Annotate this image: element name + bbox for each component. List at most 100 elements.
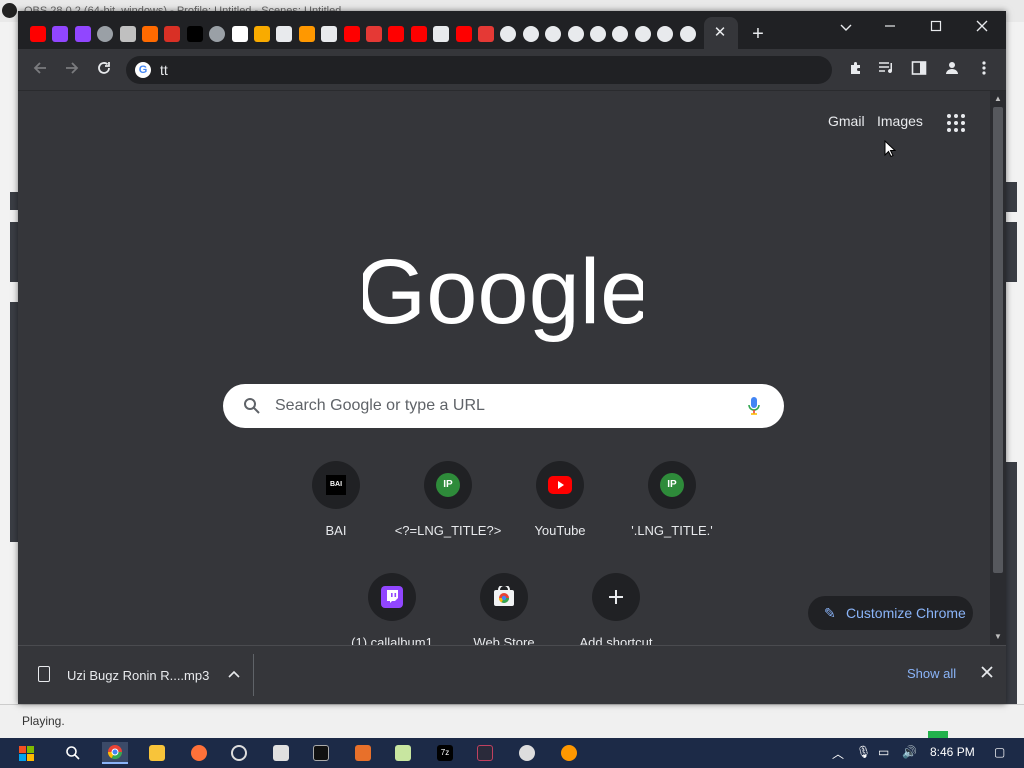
show-hidden-icons-chevron-icon[interactable]: ︿ xyxy=(832,745,844,762)
taskbar-media-player[interactable] xyxy=(514,742,540,764)
shortcut-tile[interactable]: IP <?=LNG_TITLE?> xyxy=(392,457,504,569)
minimize-button[interactable] xyxy=(868,15,912,39)
shortcut-tile[interactable]: BAI BAI xyxy=(280,457,392,569)
close-download-shelf-button[interactable] xyxy=(976,662,998,684)
scroll-thumb[interactable] xyxy=(993,107,1003,573)
twitch-icon[interactable] xyxy=(74,26,91,42)
orange-circle-icon xyxy=(561,745,577,761)
chrome-icon[interactable] xyxy=(634,26,651,42)
google-apps-icon[interactable] xyxy=(947,114,965,132)
red-logo-icon[interactable] xyxy=(164,26,181,42)
youtube-icon[interactable] xyxy=(388,26,405,42)
google-icon[interactable] xyxy=(231,26,248,42)
chrome-icon[interactable] xyxy=(567,26,584,42)
youtube-icon xyxy=(548,476,572,494)
back-button[interactable] xyxy=(28,58,52,82)
taskbar-clock[interactable]: 8:46 PM xyxy=(930,745,975,759)
speaker-icon[interactable] xyxy=(321,26,338,42)
chrome-icon[interactable] xyxy=(545,26,562,42)
speaker-icon[interactable] xyxy=(433,26,450,42)
search-box[interactable] xyxy=(223,384,784,428)
chrome-icon[interactable] xyxy=(500,26,517,42)
chrome-icon[interactable] xyxy=(657,26,674,42)
image-icon[interactable] xyxy=(254,26,270,42)
volume-icon[interactable]: 🔊 xyxy=(902,745,917,759)
profile-button[interactable] xyxy=(942,60,962,80)
chrome-icon[interactable] xyxy=(612,26,629,42)
taskbar-notepad[interactable] xyxy=(390,742,416,764)
notifications-icon[interactable]: ▢ xyxy=(994,745,1005,759)
network-icon[interactable]: ▭ xyxy=(878,745,889,759)
chrome-icon[interactable] xyxy=(522,26,539,42)
taskbar-file-explorer[interactable] xyxy=(144,742,170,764)
taskbar-app-circle[interactable] xyxy=(556,742,582,764)
youtube-icon[interactable] xyxy=(410,26,427,42)
taskbar-7zip[interactable]: 7z xyxy=(432,742,458,764)
scroll-down-arrow-icon[interactable]: ▼ xyxy=(993,632,1003,641)
chrome-icon[interactable] xyxy=(679,26,696,42)
images-link[interactable]: Images xyxy=(877,113,923,129)
taskbar-firefox[interactable] xyxy=(186,742,212,764)
tab-search-button[interactable] xyxy=(824,15,868,39)
media-controls-button[interactable] xyxy=(877,60,897,80)
globe-icon[interactable] xyxy=(209,26,226,42)
chrome-menu-button[interactable] xyxy=(974,60,994,80)
gmail-link[interactable]: Gmail xyxy=(828,113,865,129)
microphone-icon[interactable] xyxy=(747,396,761,416)
windows-taskbar: 7z ︿ 🎙 ▭ 🔊 8:46 PM ▢ xyxy=(0,738,1024,768)
close-icon xyxy=(981,666,993,678)
ip-badge-icon: IP xyxy=(436,473,460,497)
taskbar-app-game[interactable] xyxy=(472,742,498,764)
address-input[interactable] xyxy=(160,60,800,80)
customize-chrome-button[interactable]: ✎ Customize Chrome xyxy=(808,596,973,630)
chrome-window: ✕ + G tt Gmail Images Google Search Goog… xyxy=(18,11,1006,704)
maximize-button[interactable] xyxy=(914,15,958,39)
youtube-icon[interactable] xyxy=(455,26,472,42)
show-all-downloads-link[interactable]: Show all xyxy=(907,666,956,681)
shortcut-tile[interactable]: YouTube xyxy=(504,457,616,569)
extensions-button[interactable] xyxy=(846,60,866,80)
scroll-up-arrow-icon[interactable]: ▲ xyxy=(993,94,1003,103)
windows-start-icon[interactable] xyxy=(12,743,42,765)
youtube-icon[interactable] xyxy=(30,26,46,42)
twitch-icon[interactable] xyxy=(52,26,69,42)
search-input[interactable] xyxy=(275,395,735,417)
download-icon[interactable] xyxy=(276,26,293,42)
close-window-button[interactable] xyxy=(960,15,1004,39)
taskbar-search-button[interactable] xyxy=(60,742,86,764)
shortcut-tile[interactable]: IP '.LNG_TITLE.' xyxy=(616,457,728,569)
youtube-icon[interactable] xyxy=(343,26,360,42)
taskbar-app-camera[interactable] xyxy=(268,742,294,764)
taskbar-app-orange[interactable] xyxy=(350,742,376,764)
download-item[interactable]: Uzi Bugz Ronin R....mp3 xyxy=(28,654,254,696)
orange-circle-icon[interactable] xyxy=(298,26,315,42)
microphone-icon[interactable]: 🎙 xyxy=(856,745,871,759)
taskbar-terminal[interactable] xyxy=(308,742,334,764)
address-bar[interactable]: G xyxy=(126,56,832,84)
shortcut-tile[interactable]: (1) callalbum1 xyxy=(336,569,448,645)
chrome-icon[interactable] xyxy=(590,26,606,42)
tab-strip: ✕ + xyxy=(18,11,1006,49)
shortcut-tile[interactable]: Web Store xyxy=(448,569,560,645)
camera-icon xyxy=(273,745,289,761)
bai-icon[interactable] xyxy=(186,26,203,42)
orange-square-icon[interactable] xyxy=(142,26,158,42)
shortcut-title: BAI xyxy=(325,523,347,538)
reload-button[interactable] xyxy=(92,58,116,82)
download-options-button[interactable] xyxy=(224,664,244,684)
crossed-swords-icon[interactable] xyxy=(119,26,136,42)
taskbar-chrome[interactable] xyxy=(102,742,128,764)
add-shortcut-button[interactable]: Add shortcut xyxy=(560,569,672,645)
taskbar-obs[interactable] xyxy=(226,742,252,764)
chevron-up-icon xyxy=(228,670,240,678)
red-circle-icon[interactable] xyxy=(478,26,494,42)
forward-button[interactable] xyxy=(60,58,84,82)
google-g-icon: G xyxy=(135,62,151,78)
tab-close-button[interactable]: ✕ xyxy=(711,24,729,42)
ip-badge-icon: IP xyxy=(660,473,684,497)
red-circle-icon[interactable] xyxy=(366,26,382,42)
globe-icon[interactable] xyxy=(97,26,114,42)
side-panel-button[interactable] xyxy=(909,60,929,80)
new-tab-button[interactable]: + xyxy=(748,24,768,44)
page-scrollbar[interactable]: ▲ ▼ xyxy=(990,91,1006,645)
